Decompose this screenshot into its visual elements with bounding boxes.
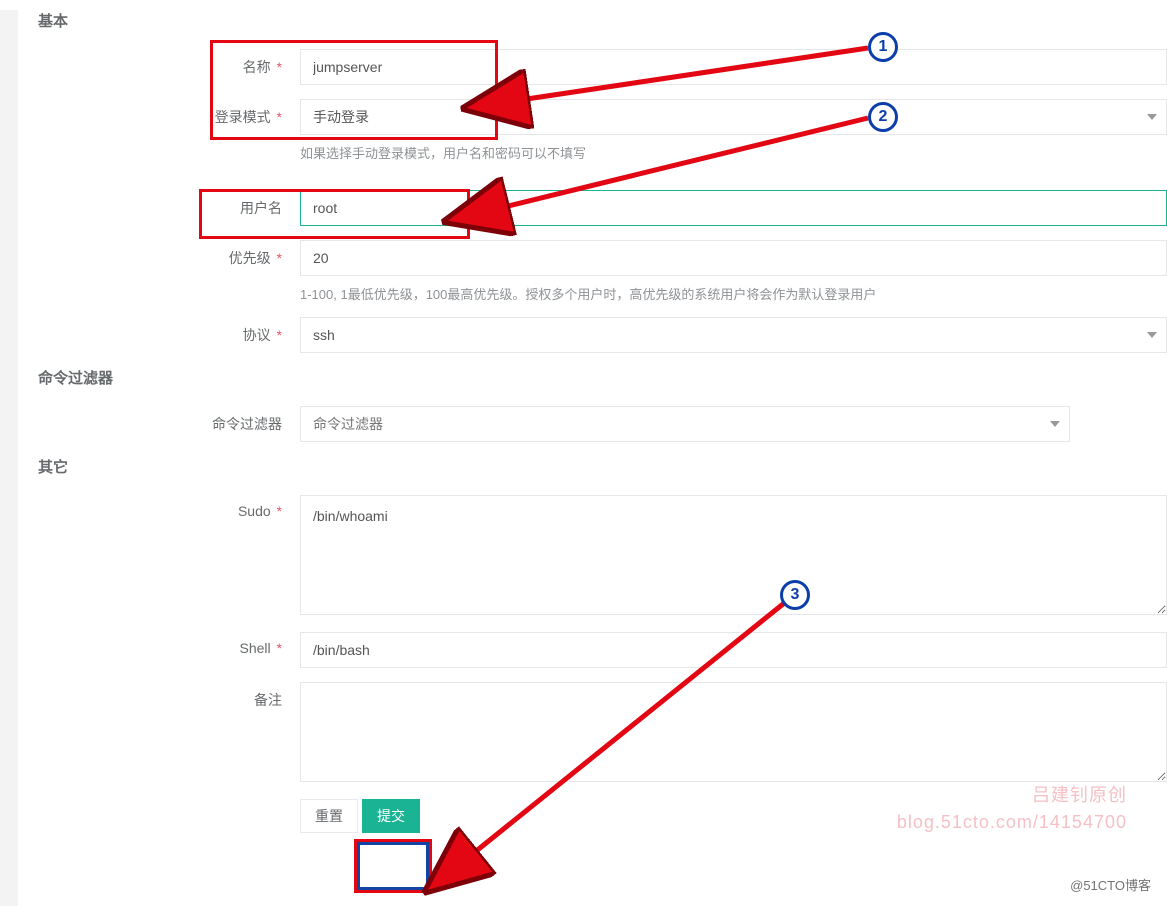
label-name-text: 名称 [243,59,271,75]
row-remark: 备注 [32,682,1167,785]
label-username: 用户名 [32,190,300,218]
section-basic: 基本 [38,10,1167,31]
row-username: 用户名 [32,190,1167,226]
label-login-mode-text: 登录模式 [215,109,271,125]
label-protocol: 协议 * [32,317,300,345]
label-cmd-filter: 命令过滤器 [32,406,300,434]
required-star: * [277,640,282,656]
remark-textarea[interactable] [300,682,1167,782]
row-protocol: 协议 * [32,317,1167,353]
site-watermark: @51CTO博客 [1070,875,1151,894]
name-input[interactable] [300,49,1167,85]
row-cmd-filter: 命令过滤器 [32,406,1167,442]
help-priority: 1-100, 1最低优先级，100最高优先级。授权多个用户时，高优先级的系统用户… [300,284,1167,303]
side-stripe [0,10,18,906]
row-buttons: 重置 提交 [32,799,1167,833]
required-star: * [277,503,282,519]
row-shell: Shell * [32,632,1167,668]
label-protocol-text: 协议 [243,327,271,343]
label-shell-text: Shell [240,640,271,656]
form-content: 基本 名称 * 登录模式 * 如果选择手动登录模式，用户名和密码可以不填写 用户… [32,10,1167,833]
section-other: 其它 [38,456,1167,477]
label-shell: Shell * [32,632,300,656]
label-username-text: 用户名 [240,200,282,216]
row-login-mode: 登录模式 * 如果选择手动登录模式，用户名和密码可以不填写 [32,99,1167,162]
row-sudo: Sudo * /bin/whoami [32,495,1167,618]
label-remark-text: 备注 [254,692,282,708]
sudo-textarea[interactable]: /bin/whoami [300,495,1167,615]
label-name: 名称 * [32,49,300,77]
required-star: * [277,109,282,125]
cmd-filter-select-wrap [300,406,1070,442]
login-mode-select[interactable] [300,99,1167,135]
required-star: * [277,327,282,343]
username-input[interactable] [300,190,1167,226]
label-priority: 优先级 * [32,240,300,268]
required-star: * [277,59,282,75]
priority-input[interactable] [300,240,1167,276]
row-name: 名称 * [32,49,1167,85]
submit-button[interactable]: 提交 [362,799,420,833]
anno-box-3-outer [354,839,432,893]
required-star: * [277,250,282,266]
cmd-filter-select[interactable] [300,406,1070,442]
label-remark: 备注 [32,682,300,710]
shell-input[interactable] [300,632,1167,668]
label-sudo: Sudo * [32,495,300,519]
label-cmd-filter-text: 命令过滤器 [212,416,282,432]
section-cmd-filter: 命令过滤器 [38,367,1167,388]
row-priority: 优先级 * 1-100, 1最低优先级，100最高优先级。授权多个用户时，高优先… [32,240,1167,303]
help-login-mode: 如果选择手动登录模式，用户名和密码可以不填写 [300,143,1167,162]
protocol-select-wrap [300,317,1167,353]
reset-button[interactable]: 重置 [300,799,358,833]
login-mode-select-wrap [300,99,1167,135]
anno-box-3 [357,842,429,890]
protocol-select[interactable] [300,317,1167,353]
label-priority-text: 优先级 [229,250,271,266]
label-sudo-text: Sudo [238,503,271,519]
label-login-mode: 登录模式 * [32,99,300,127]
